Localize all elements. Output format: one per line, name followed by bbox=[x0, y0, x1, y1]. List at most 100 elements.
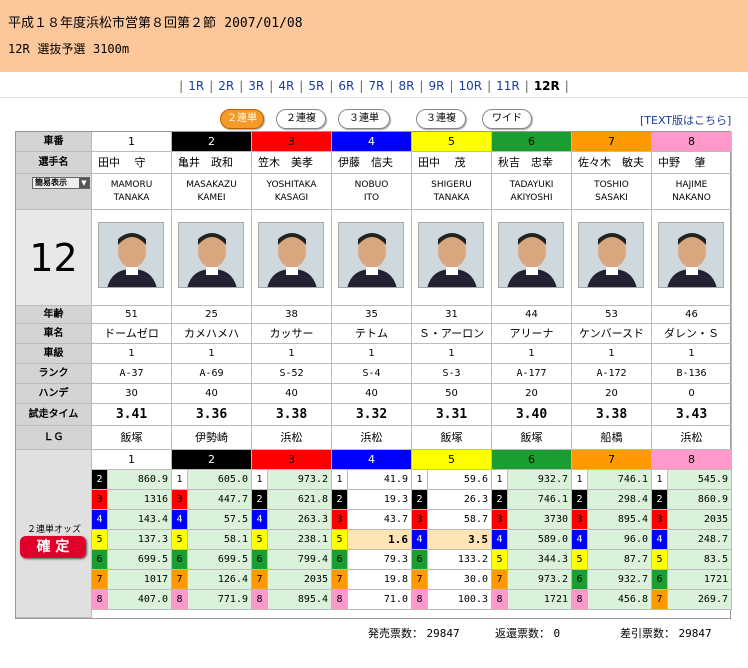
odds-value-6-8[interactable]: 1721 bbox=[508, 590, 572, 610]
odds-value-4-5[interactable]: 1.6 bbox=[348, 530, 412, 550]
nav-separator: | bbox=[299, 79, 304, 93]
odds-value-6-4[interactable]: 589.0 bbox=[508, 530, 572, 550]
race-link-9r[interactable]: 9R bbox=[428, 79, 444, 93]
odds-value-1-3[interactable]: 1316 bbox=[108, 490, 172, 510]
odds-value-2-4[interactable]: 57.5 bbox=[188, 510, 252, 530]
race-link-4r[interactable]: 4R bbox=[278, 79, 294, 93]
odds-value-1-4[interactable]: 143.4 bbox=[108, 510, 172, 530]
odds-value-8-1[interactable]: 545.9 bbox=[668, 470, 732, 490]
race-nav: | 1R | 2R | 3R | 4R | 5R | 6R | 7R | 8R | 9R | 10R | 11R | 12R | bbox=[0, 74, 748, 98]
odds-value-5-1[interactable]: 59.6 bbox=[428, 470, 492, 490]
odds-partner-5-8: 8 bbox=[412, 590, 428, 610]
odds-value-1-2[interactable]: 860.9 bbox=[108, 470, 172, 490]
odds-header-7: 7 bbox=[572, 450, 652, 470]
odds-value-4-1[interactable]: 41.9 bbox=[348, 470, 412, 490]
odds-value-1-5[interactable]: 137.3 bbox=[108, 530, 172, 550]
odds-value-8-7[interactable]: 269.7 bbox=[668, 590, 732, 610]
odds-value-7-5[interactable]: 87.7 bbox=[588, 550, 652, 570]
odds-value-6-7[interactable]: 973.2 bbox=[508, 570, 572, 590]
odds-value-5-4[interactable]: 3.5 bbox=[428, 530, 492, 550]
nav-separator: | bbox=[179, 79, 184, 93]
odds-value-3-6[interactable]: 799.4 bbox=[268, 550, 332, 570]
odds-value-7-3[interactable]: 895.4 bbox=[588, 510, 652, 530]
odds-value-8-2[interactable]: 860.9 bbox=[668, 490, 732, 510]
odds-value-1-6[interactable]: 699.5 bbox=[108, 550, 172, 570]
odds-value-6-1[interactable]: 932.7 bbox=[508, 470, 572, 490]
odds-value-3-4[interactable]: 263.3 bbox=[268, 510, 332, 530]
odds-value-2-8[interactable]: 771.9 bbox=[188, 590, 252, 610]
race-link-10r[interactable]: 10R bbox=[459, 79, 483, 93]
bet-tab-5[interactable]: ワイド bbox=[482, 109, 532, 129]
odds-value-3-5[interactable]: 238.1 bbox=[268, 530, 332, 550]
race-link-6r[interactable]: 6R bbox=[338, 79, 354, 93]
bet-tab-2[interactable]: ２連複 bbox=[276, 109, 326, 129]
odds-value-2-6[interactable]: 699.5 bbox=[188, 550, 252, 570]
label-rider-name: 選手名 bbox=[16, 152, 92, 174]
rider-roman-7: TOSHIO SASAKI bbox=[572, 174, 652, 210]
odds-value-3-1[interactable]: 973.2 bbox=[268, 470, 332, 490]
odds-value-5-2[interactable]: 26.3 bbox=[428, 490, 492, 510]
car-number-8: 8 bbox=[652, 132, 732, 152]
odds-header-6: 6 bbox=[492, 450, 572, 470]
odds-value-2-5[interactable]: 58.1 bbox=[188, 530, 252, 550]
odds-value-4-6[interactable]: 79.3 bbox=[348, 550, 412, 570]
bet-tab-4[interactable]: ３連複 bbox=[416, 109, 466, 129]
odds-value-8-4[interactable]: 248.7 bbox=[668, 530, 732, 550]
odds-value-1-8[interactable]: 407.0 bbox=[108, 590, 172, 610]
odds-value-2-7[interactable]: 126.4 bbox=[188, 570, 252, 590]
race-link-12r[interactable]: 12R bbox=[534, 79, 560, 93]
odds-value-7-4[interactable]: 96.0 bbox=[588, 530, 652, 550]
odds-value-4-3[interactable]: 43.7 bbox=[348, 510, 412, 530]
odds-value-3-2[interactable]: 621.8 bbox=[268, 490, 332, 510]
odds-value-6-2[interactable]: 746.1 bbox=[508, 490, 572, 510]
odds-partner-8-3: 3 bbox=[652, 510, 668, 530]
odds-value-2-1[interactable]: 605.0 bbox=[188, 470, 252, 490]
bet-tab-3[interactable]: ３連単 bbox=[338, 109, 390, 129]
handicap-6: 20 bbox=[492, 384, 572, 404]
odds-value-5-7[interactable]: 30.0 bbox=[428, 570, 492, 590]
odds-value-4-2[interactable]: 19.3 bbox=[348, 490, 412, 510]
race-link-8r[interactable]: 8R bbox=[398, 79, 414, 93]
odds-value-8-3[interactable]: 2035 bbox=[668, 510, 732, 530]
odds-value-3-7[interactable]: 2035 bbox=[268, 570, 332, 590]
race-link-3r[interactable]: 3R bbox=[248, 79, 264, 93]
rank-3: S-52 bbox=[252, 364, 332, 384]
odds-value-6-3[interactable]: 3730 bbox=[508, 510, 572, 530]
car-number-5: 5 bbox=[412, 132, 492, 152]
text-version-link[interactable]: [TEXT版はこちら] bbox=[640, 112, 731, 128]
odds-value-8-6[interactable]: 1721 bbox=[668, 570, 732, 590]
simple-view-select[interactable]: 簡易表示 ▼ bbox=[32, 177, 90, 189]
odds-partner-6-4: 4 bbox=[492, 530, 508, 550]
odds-value-2-3[interactable]: 447.7 bbox=[188, 490, 252, 510]
odds-partner-4-2: 2 bbox=[332, 490, 348, 510]
car-number-4: 4 bbox=[332, 132, 412, 152]
odds-value-5-6[interactable]: 133.2 bbox=[428, 550, 492, 570]
odds-value-1-7[interactable]: 1017 bbox=[108, 570, 172, 590]
odds-value-6-5[interactable]: 344.3 bbox=[508, 550, 572, 570]
race-link-2r[interactable]: 2R bbox=[218, 79, 234, 93]
roman-last: TANAKA bbox=[433, 193, 470, 203]
odds-value-5-8[interactable]: 100.3 bbox=[428, 590, 492, 610]
odds-partner-1-2: 2 bbox=[92, 470, 108, 490]
odds-value-4-7[interactable]: 19.8 bbox=[348, 570, 412, 590]
race-link-7r[interactable]: 7R bbox=[368, 79, 384, 93]
odds-value-7-1[interactable]: 746.1 bbox=[588, 470, 652, 490]
event-title-line: 平成１８年度浜松市営第８回第２節 2007/01/08 bbox=[8, 12, 303, 31]
odds-value-4-8[interactable]: 71.0 bbox=[348, 590, 412, 610]
handicap-1: 30 bbox=[92, 384, 172, 404]
rank-5: S-3 bbox=[412, 364, 492, 384]
race-link-5r[interactable]: 5R bbox=[308, 79, 324, 93]
odds-value-7-2[interactable]: 298.4 bbox=[588, 490, 652, 510]
odds-value-3-8[interactable]: 895.4 bbox=[268, 590, 332, 610]
odds-value-7-8[interactable]: 456.8 bbox=[588, 590, 652, 610]
odds-value-8-5[interactable]: 83.5 bbox=[668, 550, 732, 570]
bet-tab-1[interactable]: ２連単 bbox=[220, 109, 264, 129]
race-link-1r[interactable]: 1R bbox=[188, 79, 204, 93]
odds-value-7-6[interactable]: 932.7 bbox=[588, 570, 652, 590]
sales-count: 発売票数： 29847 bbox=[368, 625, 460, 641]
age-4: 35 bbox=[332, 306, 412, 324]
race-link-11r[interactable]: 11R bbox=[496, 79, 520, 93]
odds-partner-3-1: 1 bbox=[252, 470, 268, 490]
odds-value-5-3[interactable]: 58.7 bbox=[428, 510, 492, 530]
odds-partner-6-8: 8 bbox=[492, 590, 508, 610]
